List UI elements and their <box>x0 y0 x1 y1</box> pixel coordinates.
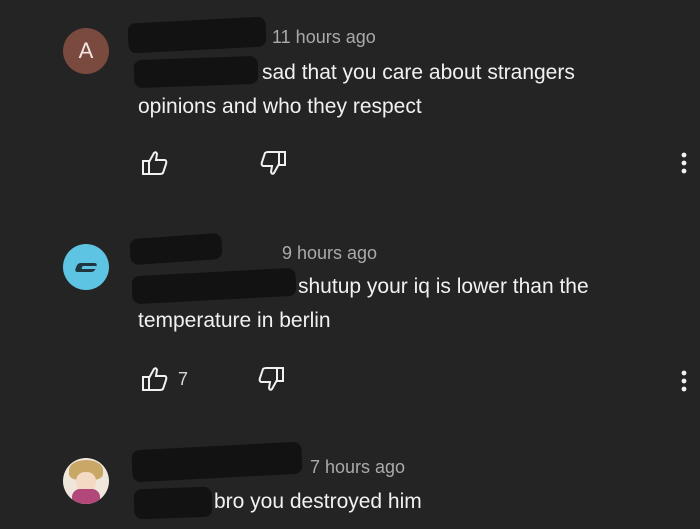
comment-actions <box>138 148 290 178</box>
thumbs-down-icon[interactable] <box>254 364 288 394</box>
thumbs-down-icon[interactable] <box>256 148 290 178</box>
comment-text: sad that you care about strangers opinio… <box>138 61 575 118</box>
comment-actions: 7 <box>138 364 288 394</box>
comment-timestamp: 11 hours ago <box>272 27 376 47</box>
comment-text: bro you destroyed him <box>214 490 422 513</box>
thumbs-up-icon[interactable] <box>138 148 172 178</box>
comment-timestamp: 7 hours ago <box>310 457 406 477</box>
thumbs-up-icon[interactable] <box>138 364 172 394</box>
comment-meta: 7 hours ago <box>304 457 405 478</box>
comment-meta: 11 hours ago <box>266 27 376 48</box>
more-vertical-icon[interactable] <box>672 366 696 396</box>
avatar-anime[interactable] <box>63 458 109 504</box>
comment-meta: 9 hours ago <box>276 243 377 264</box>
comment-text: shutup your iq is lower than the tempera… <box>138 275 589 332</box>
avatar-c[interactable] <box>63 244 109 290</box>
redacted-username <box>127 16 267 54</box>
comment-timestamp: 9 hours ago <box>282 243 378 263</box>
channel-logo-icon <box>74 262 98 272</box>
more-vertical-icon[interactable] <box>672 148 696 178</box>
redacted-username <box>129 232 223 266</box>
avatar-letter: A <box>78 38 94 63</box>
like-count: 7 <box>178 368 189 389</box>
redacted-username <box>131 441 303 483</box>
avatar-a[interactable]: A <box>63 28 109 74</box>
avatar-body <box>72 489 100 504</box>
